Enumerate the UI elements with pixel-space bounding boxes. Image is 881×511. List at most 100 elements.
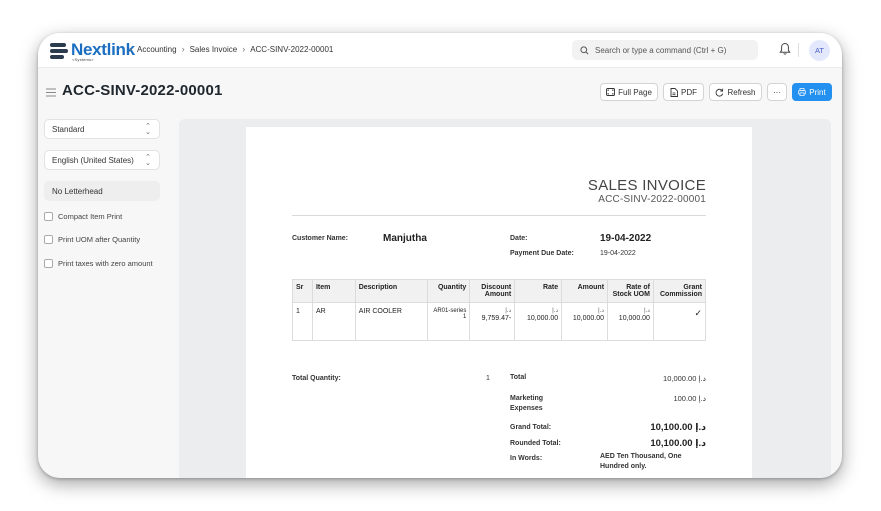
currency-symbol: د.إ xyxy=(505,308,512,314)
checkbox-box[interactable] xyxy=(44,235,53,244)
in-words-value: AED Ten Thousand, One Hundred only. xyxy=(600,453,682,470)
search-icon xyxy=(580,45,589,54)
expand-icon xyxy=(606,88,616,96)
payment-due-date: 19-04-2022 xyxy=(600,250,636,257)
print-button[interactable]: Print xyxy=(792,83,832,101)
checkbox-box[interactable] xyxy=(44,212,53,221)
print-format-select[interactable]: Standard ⌃ ⌄ xyxy=(44,119,160,139)
col-description: Description xyxy=(354,279,429,303)
full-page-button[interactable]: Full Page xyxy=(600,83,658,101)
grand-total-value: 10,100.00 د.إ xyxy=(650,422,706,433)
cell-description: AIR COOLER xyxy=(354,302,429,341)
col-discount: Discount Amount xyxy=(469,279,516,303)
print-label: Print xyxy=(809,87,826,97)
rate-value: 10,000.00 xyxy=(526,315,559,322)
logo-mark-icon xyxy=(50,43,68,59)
table-row: 1 AR AIR COOLER AR01-series 1 د.إ 9,759.… xyxy=(292,302,707,341)
rounded-total-value: 10,100.00 د.إ xyxy=(650,438,706,449)
more-dots-icon: ··· xyxy=(773,87,781,97)
currency-symbol: د.إ xyxy=(643,308,650,314)
rounded-total-label: Rounded Total: xyxy=(510,440,561,447)
date-label: Date: xyxy=(510,235,528,242)
check-icon: ✓ xyxy=(652,302,707,341)
more-button[interactable]: ··· xyxy=(767,83,787,101)
col-amount: Amount xyxy=(561,279,609,303)
cell-item: AR xyxy=(311,302,356,341)
menu-icon[interactable] xyxy=(46,88,56,97)
total-quantity-value: 1 xyxy=(486,375,490,382)
page-title: ACC-SINV-2022-00001 xyxy=(62,82,223,99)
select-arrows-icon: ⌃ ⌄ xyxy=(145,154,151,167)
select-arrows-icon: ⌃ ⌄ xyxy=(145,123,151,136)
bell-icon[interactable] xyxy=(779,42,791,56)
table-header-row: Sr Item Description Quantity Discount Am… xyxy=(292,279,707,303)
payment-due-label: Payment Due Date: xyxy=(510,250,574,257)
pdf-button[interactable]: PDF xyxy=(663,83,704,101)
col-item: Item xyxy=(311,279,356,303)
checkbox-box[interactable] xyxy=(44,259,53,268)
total-quantity-label: Total Quantity: xyxy=(292,375,341,382)
breadcrumb-current[interactable]: ACC-SINV-2022-00001 xyxy=(250,45,333,54)
breadcrumb-sales-invoice[interactable]: Sales Invoice xyxy=(190,45,238,54)
cell-discount: د.إ 9,759.47- xyxy=(469,302,516,341)
logo[interactable]: Nextlink <Systems> xyxy=(50,41,135,62)
customer-name: Manjutha xyxy=(383,233,427,244)
total-value: 10,000.00 د.إ xyxy=(663,374,706,383)
print-taxes-zero-amount-checkbox[interactable]: Print taxes with zero amount xyxy=(44,259,153,268)
cell-rate-stock-uom: د.إ 10,000.00 xyxy=(607,302,654,341)
col-grant-commission: Grant Commission xyxy=(652,279,707,303)
navbar-divider xyxy=(798,43,799,57)
pdf-label: PDF xyxy=(681,87,697,97)
chevron-right-icon: › xyxy=(181,44,185,54)
grand-total-label: Grand Total: xyxy=(510,424,552,431)
print-format-value: Standard xyxy=(52,124,85,134)
logo-subtext: <Systems> xyxy=(72,57,94,62)
currency-symbol: د.إ xyxy=(552,308,559,314)
invoice-sheet: SALES INVOICE ACC-SINV-2022-00001 Custom… xyxy=(246,127,752,478)
search-placeholder: Search or type a command (Ctrl + G) xyxy=(595,45,727,55)
checkbox-label: Compact Item Print xyxy=(58,212,123,221)
avatar[interactable]: AT xyxy=(809,40,830,61)
col-rate: Rate xyxy=(514,279,563,303)
print-uom-after-quantity-checkbox[interactable]: Print UOM after Quantity xyxy=(44,235,140,244)
cell-rate: د.إ 10,000.00 xyxy=(514,302,563,341)
letterhead-select[interactable]: No Letterhead xyxy=(44,181,160,201)
customer-label: Customer Name: xyxy=(292,235,349,242)
in-words-label: In Words: xyxy=(510,455,543,462)
cell-amount: د.إ 10,000.00 xyxy=(561,302,609,341)
navbar: Nextlink <Systems> › Accounting › Sales … xyxy=(38,33,842,68)
chevron-right-icon: › xyxy=(242,44,246,54)
language-select[interactable]: English (United States) ⌃ ⌄ xyxy=(44,150,160,170)
col-rate-stock-uom: Rate of Stock UOM xyxy=(607,279,654,303)
checkbox-label: Print UOM after Quantity xyxy=(58,235,141,244)
amount-value: 10,000.00 xyxy=(572,315,605,322)
divider xyxy=(292,215,706,216)
file-icon xyxy=(670,87,678,97)
chevron-right-icon: › xyxy=(129,44,132,54)
items-table: Sr Item Description Quantity Discount Am… xyxy=(292,279,707,341)
refresh-button[interactable]: Refresh xyxy=(709,83,762,101)
breadcrumb-accounting[interactable]: Accounting xyxy=(137,45,177,54)
app-window: Nextlink <Systems> › Accounting › Sales … xyxy=(38,33,842,478)
invoice-number: ACC-SINV-2022-00001 xyxy=(598,194,706,205)
cell-quantity: AR01-series 1 xyxy=(427,302,471,341)
invoice-date: 19-04-2022 xyxy=(600,233,652,244)
checkbox-label: Print taxes with zero amount xyxy=(58,259,153,268)
refresh-label: Refresh xyxy=(727,87,756,97)
printer-icon xyxy=(798,88,807,96)
compact-item-print-checkbox[interactable]: Compact Item Print xyxy=(44,212,122,221)
refresh-icon xyxy=(716,88,724,97)
full-page-label: Full Page xyxy=(618,87,652,97)
col-quantity: Quantity xyxy=(427,279,471,303)
language-value: English (United States) xyxy=(52,155,134,165)
marketing-expenses-label: Marketing Expenses xyxy=(510,395,544,412)
search-input[interactable]: Search or type a command (Ctrl + G) xyxy=(572,40,758,60)
cell-sr: 1 xyxy=(292,302,313,341)
currency-symbol: د.إ xyxy=(598,308,605,314)
discount-value: 9,759.47- xyxy=(481,315,512,322)
total-label: Total xyxy=(510,374,527,381)
invoice-heading: SALES INVOICE xyxy=(587,177,706,194)
breadcrumb: › Accounting › Sales Invoice › ACC-SINV-… xyxy=(129,44,333,54)
letterhead-value: No Letterhead xyxy=(52,186,103,196)
marketing-expenses-value: 100.00 د.إ xyxy=(673,394,706,403)
